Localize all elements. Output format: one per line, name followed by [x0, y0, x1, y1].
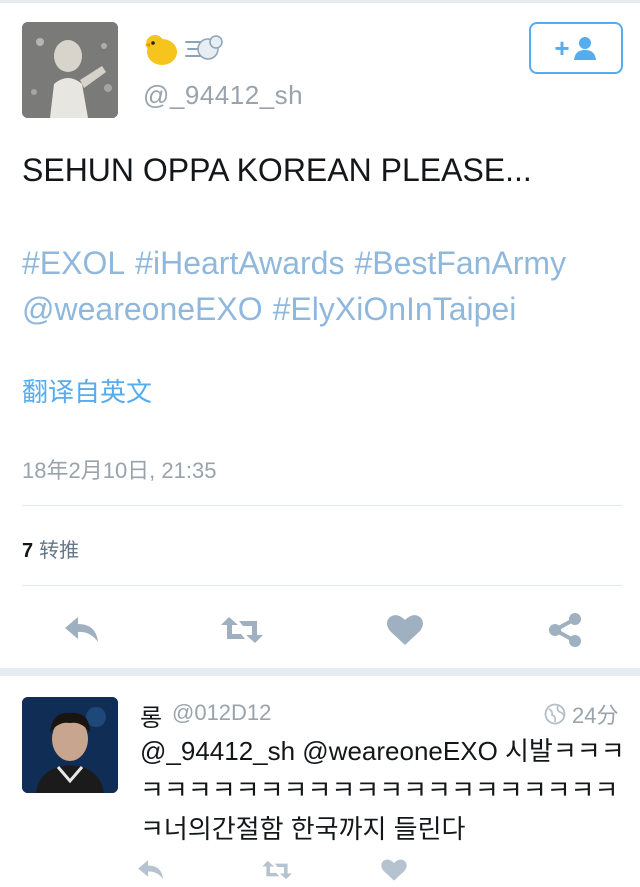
tweet-hashtags: #EXOL #iHeartAwards #BestFanArmy @weareone…	[22, 240, 622, 332]
section-separator	[0, 668, 640, 676]
reply-like-button[interactable]	[380, 858, 408, 887]
display-name[interactable]	[142, 34, 224, 74]
mention-link[interactable]: @weareoneEXO	[22, 291, 263, 327]
retweet-icon	[221, 617, 263, 643]
reply-action-bar	[0, 852, 640, 884]
reply-text: @_94412_sh @weareoneEXO 시발ㅋㅋㅋㅋㅋㅋㅋㅋㅋㅋㅋㅋㅋㅋ…	[140, 736, 625, 844]
like-button[interactable]	[375, 600, 435, 660]
tweet-timestamp: 18年2月10日, 21:35	[22, 458, 217, 483]
reply-avatar[interactable]	[22, 697, 118, 793]
retweet-button[interactable]	[212, 600, 272, 660]
like-icon	[387, 615, 423, 645]
reply-icon	[65, 617, 98, 642]
top-border	[0, 0, 640, 3]
reply-author-handle[interactable]: @012D12	[172, 700, 271, 726]
globe-icon	[544, 703, 566, 725]
author-handle[interactable]: @_94412_sh	[143, 80, 303, 111]
reply-icon	[138, 860, 163, 879]
retweet-icon	[262, 860, 292, 880]
reply-avatar-photo	[22, 697, 118, 793]
chick-emoji	[142, 30, 180, 79]
reply-time-label: 24分	[572, 703, 619, 728]
follow-button[interactable]: +	[529, 22, 623, 74]
hashtag-link[interactable]: #iHeartAwards	[135, 245, 344, 281]
retweet-label: 转推	[39, 540, 80, 562]
hashtag-link[interactable]: #ElyXiOnInTaipei	[273, 291, 517, 327]
tweet-text: SEHUN OPPA KOREAN PLEASE...	[22, 152, 532, 188]
share-button[interactable]	[535, 600, 595, 660]
share-icon	[549, 613, 581, 647]
hashtag-link[interactable]: #EXOL	[22, 245, 125, 281]
reply-button[interactable]	[52, 600, 112, 660]
dash-emoji	[184, 30, 224, 79]
retweet-stats[interactable]: 7 转推	[22, 534, 79, 563]
like-icon	[381, 859, 407, 881]
person-icon	[573, 37, 596, 60]
tweet-action-bar	[0, 600, 640, 660]
translate-link[interactable]: 翻译自英文	[22, 372, 152, 409]
reply-reply-button[interactable]	[136, 858, 166, 887]
reply-time: 24分	[544, 698, 618, 730]
reply-retweet-button[interactable]	[260, 858, 294, 887]
retweet-count: 7	[22, 540, 34, 562]
hashtag-link[interactable]: #BestFanArmy	[354, 245, 566, 281]
author-avatar[interactable]	[22, 22, 118, 118]
reply-author-name[interactable]: 롱	[140, 698, 162, 733]
divider	[22, 505, 622, 506]
plus-icon: +	[554, 33, 570, 63]
author-avatar-photo	[22, 22, 118, 118]
divider	[22, 585, 622, 586]
